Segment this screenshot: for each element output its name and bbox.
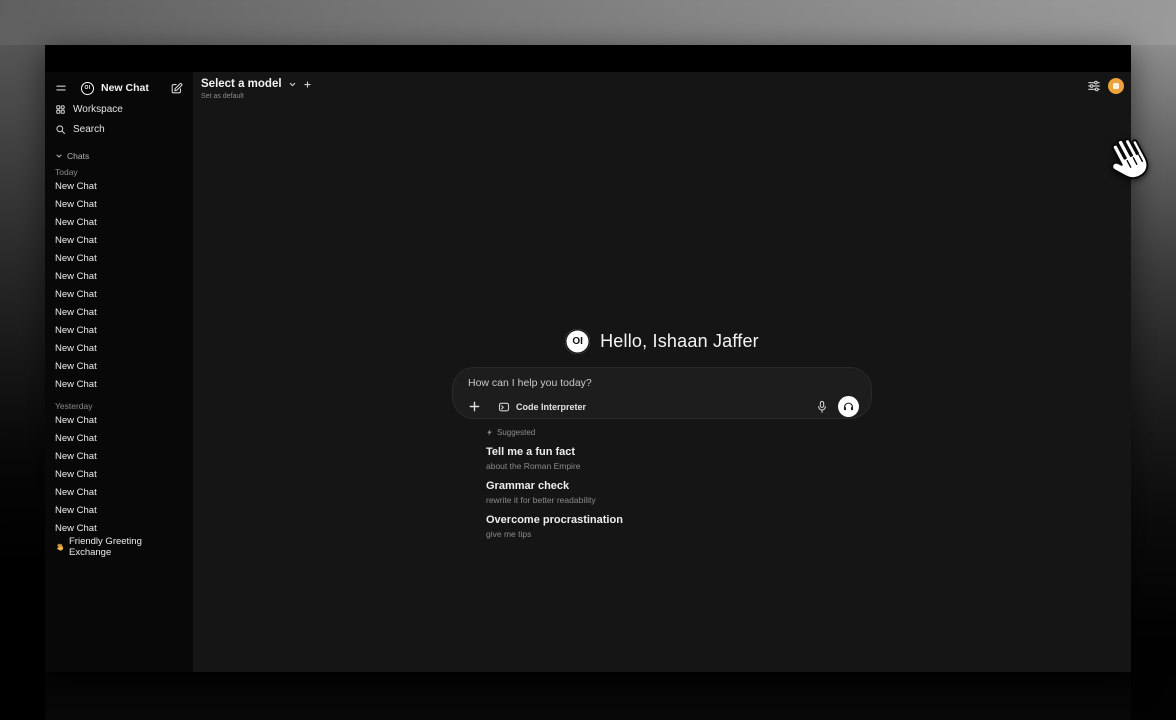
chevron-down-icon[interactable]: [288, 80, 297, 89]
prompt-subtitle: give me tips: [486, 528, 872, 540]
chat-list-today: New ChatNew ChatNew ChatNew ChatNew Chat…: [53, 178, 185, 394]
chats-section-header[interactable]: Chats: [53, 150, 185, 162]
sidebar-chat-item[interactable]: New Chat: [53, 304, 185, 322]
sidebar-chat-item[interactable]: New Chat: [53, 484, 185, 502]
app-logo: OI: [565, 329, 590, 354]
greeting-text: Hello, Ishaan Jaffer: [600, 331, 759, 352]
prompt-title: Grammar check: [486, 480, 872, 493]
prompt-title: Tell me a fun fact: [486, 446, 872, 459]
chat-list-yesterday: New ChatNew ChatNew ChatNew ChatNew Chat…: [53, 412, 185, 538]
sidebar-chat-item[interactable]: New Chat: [53, 466, 185, 484]
chevron-down-icon: [55, 152, 63, 160]
app-logo: OI: [81, 82, 94, 95]
backdrop-bottom: [45, 672, 1131, 720]
prompt-subtitle: rewrite it for better readability: [486, 494, 872, 506]
sidebar-chat-item[interactable]: New Chat: [53, 376, 185, 394]
chat-input[interactable]: How can I help you today?: [468, 377, 859, 389]
sidebar-item-search[interactable]: Search: [53, 121, 185, 137]
sidebar-title: New Chat: [101, 82, 170, 94]
search-label: Search: [73, 124, 105, 135]
sidebar-chat-item[interactable]: New Chat: [53, 322, 185, 340]
sidebar-chat-item[interactable]: New Chat: [53, 178, 185, 196]
cursor-pointer-hand: [1100, 128, 1158, 188]
search-icon: [55, 124, 66, 135]
code-interpreter-label: Code Interpreter: [516, 402, 586, 412]
bolt-icon: [486, 429, 493, 436]
sidebar-chat-item[interactable]: New Chat: [53, 412, 185, 430]
suggested-label: Suggested: [497, 428, 535, 437]
sidebar-chat-item[interactable]: New Chat: [53, 502, 185, 520]
sidebar-chat-item[interactable]: New Chat: [53, 250, 185, 268]
greeting-row: OI Hello, Ishaan Jaffer: [452, 327, 872, 355]
headphones-icon: [842, 400, 855, 413]
backdrop-left: [0, 45, 45, 720]
suggested-prompt[interactable]: Grammar check rewrite it for better read…: [486, 480, 872, 506]
wave-emoji-icon: [55, 542, 65, 552]
code-interpreter-toggle[interactable]: Code Interpreter: [498, 401, 586, 413]
settings-sliders-icon[interactable]: [1087, 79, 1101, 93]
chats-section-label: Chats: [67, 151, 89, 161]
suggested-prompt[interactable]: Tell me a fun fact about the Roman Empir…: [486, 446, 872, 472]
group-label-today: Today: [53, 166, 185, 178]
sidebar: OI New Chat Workspace: [45, 72, 193, 672]
attach-plus-icon[interactable]: [468, 400, 481, 413]
window-top-strip: [45, 45, 1131, 72]
microphone-icon[interactable]: [816, 400, 828, 414]
sidebar-chat-item[interactable]: New Chat: [53, 286, 185, 304]
video-frame: OI New Chat Workspace: [0, 0, 1176, 720]
model-selector-label[interactable]: Select a model: [201, 78, 282, 90]
named-chat-title: Friendly Greeting Exchange: [69, 536, 185, 558]
sidebar-chat-item[interactable]: New Chat: [53, 232, 185, 250]
sidebar-chat-item[interactable]: New Chat: [53, 358, 185, 376]
sidebar-item-workspace[interactable]: Workspace: [53, 101, 185, 117]
sidebar-chat-item-named[interactable]: Friendly Greeting Exchange: [53, 538, 185, 556]
group-label-yesterday: Yesterday: [53, 400, 185, 412]
new-chat-icon[interactable]: [170, 82, 183, 95]
sidebar-toggle-icon[interactable]: [55, 82, 67, 94]
grid-icon: [55, 104, 66, 115]
prompt-title: Overcome procrastination: [486, 514, 872, 527]
workspace-label: Workspace: [73, 104, 123, 115]
sidebar-chat-item[interactable]: New Chat: [53, 340, 185, 358]
open-webui-window: OI New Chat Workspace: [45, 45, 1131, 672]
terminal-icon: [498, 401, 510, 413]
sidebar-chat-item[interactable]: New Chat: [53, 268, 185, 286]
user-avatar[interactable]: [1108, 78, 1124, 94]
prompt-subtitle: about the Roman Empire: [486, 460, 872, 472]
sidebar-chat-item[interactable]: New Chat: [53, 430, 185, 448]
chat-composer[interactable]: How can I help you today? Code Interpret…: [452, 367, 872, 419]
backdrop-top: [0, 0, 1176, 45]
main-area: Select a model Set as default OI: [193, 72, 1131, 672]
suggested-prompt[interactable]: Overcome procrastination give me tips: [486, 514, 872, 540]
sidebar-chat-item[interactable]: New Chat: [53, 448, 185, 466]
model-selector[interactable]: Select a model Set as default: [201, 78, 312, 100]
sidebar-chat-item[interactable]: New Chat: [53, 196, 185, 214]
suggested-prompts: Tell me a fun fact about the Roman Empir…: [486, 446, 872, 540]
add-model-icon[interactable]: [303, 80, 312, 89]
set-as-default-link[interactable]: Set as default: [201, 93, 312, 100]
voice-call-button[interactable]: [838, 396, 859, 417]
suggested-header: Suggested: [486, 426, 872, 438]
sidebar-chat-item[interactable]: New Chat: [53, 214, 185, 232]
